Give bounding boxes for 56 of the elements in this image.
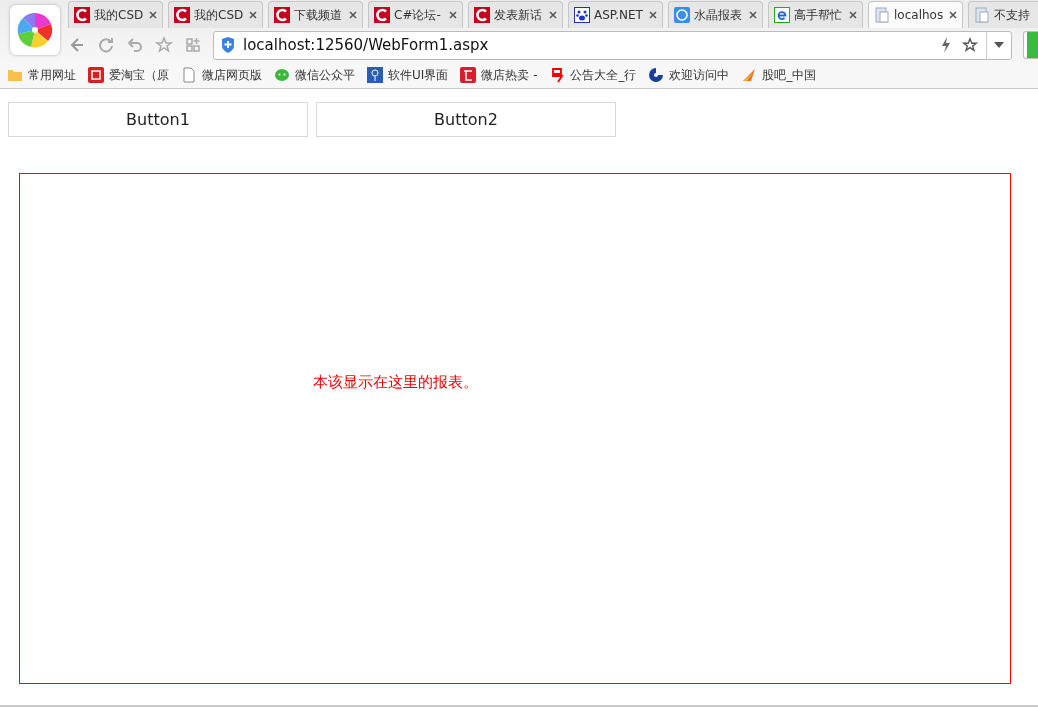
bookmark-item[interactable]: 微信公众平 xyxy=(274,66,355,84)
browser-tab[interactable]: 下载频道 xyxy=(268,1,363,28)
bookmark-item[interactable]: 爱淘宝（原 xyxy=(88,66,169,84)
star-icon[interactable] xyxy=(962,37,978,53)
back-icon[interactable] xyxy=(68,36,86,54)
folder-icon xyxy=(7,67,23,83)
report-message: 本该显示在这里的报表。 xyxy=(313,373,478,391)
paw-icon xyxy=(574,7,590,23)
star-icon[interactable] xyxy=(155,36,173,54)
bookmark-item[interactable]: 股吧_中国 xyxy=(741,66,817,84)
browser-logo-icon[interactable] xyxy=(10,5,60,55)
glyph-logo-icon xyxy=(549,67,566,83)
bookmark-item[interactable]: 公告大全_行 xyxy=(549,66,637,84)
browser-tab[interactable]: C#论坛- xyxy=(368,1,463,28)
c-logo-icon xyxy=(174,7,190,23)
page-icon xyxy=(181,67,197,83)
close-icon[interactable] xyxy=(549,11,557,19)
browser-tab[interactable]: ASP.NET xyxy=(568,1,663,28)
close-icon[interactable] xyxy=(149,11,157,19)
caret-icon xyxy=(994,42,1004,48)
page-button[interactable]: Button1 xyxy=(8,102,308,137)
bookmark-item[interactable]: 欢迎访问中 xyxy=(648,66,730,84)
page-icon xyxy=(874,7,890,23)
c-logo-icon xyxy=(74,7,90,23)
close-icon[interactable] xyxy=(649,11,657,19)
shop-logo-icon xyxy=(460,67,477,83)
browser-tab[interactable]: 高手帮忙 xyxy=(768,1,863,28)
browser-tab[interactable]: 水晶报表 xyxy=(668,1,763,28)
browser-tab[interactable]: 不支持 xyxy=(968,1,1038,28)
close-icon[interactable] xyxy=(749,11,757,19)
bookmark-item[interactable]: 常用网址 xyxy=(7,66,76,84)
close-icon[interactable] xyxy=(449,11,457,19)
page-icon xyxy=(974,7,990,23)
c-logo-icon xyxy=(374,7,390,23)
shield-icon xyxy=(221,37,235,53)
close-icon[interactable] xyxy=(949,11,957,19)
browser-tab[interactable]: 我的CSD xyxy=(68,1,163,28)
bank-logo-icon xyxy=(648,67,665,83)
c-logo-icon xyxy=(474,7,490,23)
close-icon[interactable] xyxy=(849,11,857,19)
bookmark-item[interactable]: 微店热卖 - xyxy=(460,66,538,84)
bookmark-item[interactable]: 软件UI界面 xyxy=(367,66,449,84)
square-logo-icon xyxy=(88,67,104,83)
browser-tab[interactable]: localhos xyxy=(868,1,963,28)
close-icon[interactable] xyxy=(349,11,357,19)
bulb-icon xyxy=(367,67,383,83)
chat-bubble-icon xyxy=(274,67,290,83)
close-icon[interactable] xyxy=(249,11,257,19)
page-button[interactable]: Button2 xyxy=(316,102,616,137)
circle-logo-icon xyxy=(674,7,690,23)
address-field[interactable]: localhost:12560/WebForm1.aspx xyxy=(213,30,1012,60)
browser-tab[interactable]: 发表新话 xyxy=(468,1,563,28)
e-logo-icon xyxy=(774,7,790,23)
bookmark-item[interactable]: 微店网页版 xyxy=(181,66,262,84)
c-logo-icon xyxy=(274,7,290,23)
browser-tab[interactable]: 我的CSD xyxy=(168,1,263,28)
